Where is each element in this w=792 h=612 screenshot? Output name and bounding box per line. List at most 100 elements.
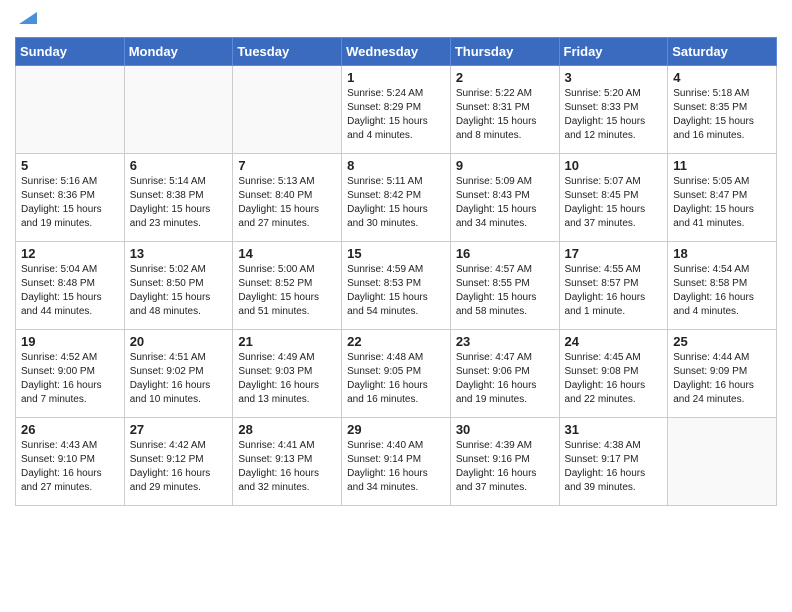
calendar-week-2: 5 Sunrise: 5:16 AM Sunset: 8:36 PM Daylig… bbox=[16, 154, 777, 242]
calendar-cell: 31Sunrise: 4:38 AM Sunset: 9:17 PM Dayli… bbox=[559, 418, 668, 506]
day-info: Sunrise: 5:13 AM Sunset: 8:40 PM Dayligh… bbox=[238, 175, 336, 231]
day-number: 15 bbox=[347, 246, 445, 261]
day-info: Sunrise: 4:59 AM Sunset: 8:53 PM Dayligh… bbox=[347, 263, 445, 319]
day-number: 28 bbox=[238, 422, 336, 437]
day-info: Sunrise: 4:55 AM Sunset: 8:57 PM Dayligh… bbox=[565, 263, 663, 319]
day-info: Sunrise: 4:51 AM Sunset: 9:02 PM Dayligh… bbox=[130, 351, 228, 407]
day-number: 23 bbox=[456, 334, 554, 349]
column-header-sunday: Sunday bbox=[16, 38, 125, 66]
day-number: 17 bbox=[565, 246, 663, 261]
day-info: Sunrise: 5:07 AM Sunset: 8:45 PM Dayligh… bbox=[565, 175, 663, 231]
calendar-cell: 8 Sunrise: 5:11 AM Sunset: 8:42 PM Daylig… bbox=[342, 154, 451, 242]
calendar-week-3: 12 Sunrise: 5:04 AM Sunset: 8:48 PM Dayli… bbox=[16, 242, 777, 330]
day-info: Sunrise: 4:43 AM Sunset: 9:10 PM Dayligh… bbox=[21, 439, 119, 495]
day-info: Sunrise: 5:16 AM Sunset: 8:36 PM Dayligh… bbox=[21, 175, 119, 231]
day-number: 29 bbox=[347, 422, 445, 437]
column-header-wednesday: Wednesday bbox=[342, 38, 451, 66]
calendar-cell: 29 Sunrise: 4:40 AM Sunset: 9:14 PM Dayli… bbox=[342, 418, 451, 506]
calendar-cell: 1 Sunrise: 5:24 AM Sunset: 8:29 PM Daylig… bbox=[342, 66, 451, 154]
calendar-cell: 27Sunrise: 4:42 AM Sunset: 9:12 PM Dayli… bbox=[124, 418, 233, 506]
calendar-cell: 4Sunrise: 5:18 AM Sunset: 8:35 PM Daylig… bbox=[668, 66, 777, 154]
day-info: Sunrise: 4:42 AM Sunset: 9:12 PM Dayligh… bbox=[130, 439, 228, 495]
day-number: 16 bbox=[456, 246, 554, 261]
calendar-week-1: 1 Sunrise: 5:24 AM Sunset: 8:29 PM Daylig… bbox=[16, 66, 777, 154]
calendar-cell: 24 Sunrise: 4:45 AM Sunset: 9:08 PM Dayli… bbox=[559, 330, 668, 418]
calendar-cell: 11Sunrise: 5:05 AM Sunset: 8:47 PM Dayli… bbox=[668, 154, 777, 242]
calendar-cell: 15 Sunrise: 4:59 AM Sunset: 8:53 PM Dayli… bbox=[342, 242, 451, 330]
calendar-cell: 30Sunrise: 4:39 AM Sunset: 9:16 PM Dayli… bbox=[450, 418, 559, 506]
calendar-cell: 28 Sunrise: 4:41 AM Sunset: 9:13 PM Dayli… bbox=[233, 418, 342, 506]
day-number: 26 bbox=[21, 422, 119, 437]
calendar-cell: 19 Sunrise: 4:52 AM Sunset: 9:00 PM Dayli… bbox=[16, 330, 125, 418]
calendar-cell: 20 Sunrise: 4:51 AM Sunset: 9:02 PM Dayli… bbox=[124, 330, 233, 418]
day-info: Sunrise: 5:02 AM Sunset: 8:50 PM Dayligh… bbox=[130, 263, 228, 319]
logo bbox=[15, 10, 37, 29]
day-info: Sunrise: 5:04 AM Sunset: 8:48 PM Dayligh… bbox=[21, 263, 119, 319]
calendar-cell: 14Sunrise: 5:00 AM Sunset: 8:52 PM Dayli… bbox=[233, 242, 342, 330]
day-info: Sunrise: 4:41 AM Sunset: 9:13 PM Dayligh… bbox=[238, 439, 336, 495]
calendar-week-4: 19 Sunrise: 4:52 AM Sunset: 9:00 PM Dayli… bbox=[16, 330, 777, 418]
calendar-cell: 10 Sunrise: 5:07 AM Sunset: 8:45 PM Dayli… bbox=[559, 154, 668, 242]
day-info: Sunrise: 5:00 AM Sunset: 8:52 PM Dayligh… bbox=[238, 263, 336, 319]
calendar-cell: 6Sunrise: 5:14 AM Sunset: 8:38 PM Daylig… bbox=[124, 154, 233, 242]
day-info: Sunrise: 4:52 AM Sunset: 9:00 PM Dayligh… bbox=[21, 351, 119, 407]
column-header-saturday: Saturday bbox=[668, 38, 777, 66]
day-number: 1 bbox=[347, 70, 445, 85]
column-header-thursday: Thursday bbox=[450, 38, 559, 66]
calendar-cell: 17 Sunrise: 4:55 AM Sunset: 8:57 PM Dayli… bbox=[559, 242, 668, 330]
calendar-cell: 18 Sunrise: 4:54 AM Sunset: 8:58 PM Dayli… bbox=[668, 242, 777, 330]
day-info: Sunrise: 4:49 AM Sunset: 9:03 PM Dayligh… bbox=[238, 351, 336, 407]
day-info: Sunrise: 5:20 AM Sunset: 8:33 PM Dayligh… bbox=[565, 87, 663, 143]
day-info: Sunrise: 5:14 AM Sunset: 8:38 PM Dayligh… bbox=[130, 175, 228, 231]
day-info: Sunrise: 4:45 AM Sunset: 9:08 PM Dayligh… bbox=[565, 351, 663, 407]
calendar-cell: 13 Sunrise: 5:02 AM Sunset: 8:50 PM Dayli… bbox=[124, 242, 233, 330]
column-header-friday: Friday bbox=[559, 38, 668, 66]
calendar-cell: 16 Sunrise: 4:57 AM Sunset: 8:55 PM Dayli… bbox=[450, 242, 559, 330]
day-number: 20 bbox=[130, 334, 228, 349]
day-info: Sunrise: 5:24 AM Sunset: 8:29 PM Dayligh… bbox=[347, 87, 445, 143]
calendar-cell bbox=[233, 66, 342, 154]
day-info: Sunrise: 4:40 AM Sunset: 9:14 PM Dayligh… bbox=[347, 439, 445, 495]
day-info: Sunrise: 4:48 AM Sunset: 9:05 PM Dayligh… bbox=[347, 351, 445, 407]
column-header-monday: Monday bbox=[124, 38, 233, 66]
calendar-cell: 26 Sunrise: 4:43 AM Sunset: 9:10 PM Dayli… bbox=[16, 418, 125, 506]
calendar-cell bbox=[16, 66, 125, 154]
logo-icon bbox=[19, 6, 37, 24]
calendar-cell: 2 Sunrise: 5:22 AM Sunset: 8:31 PM Daylig… bbox=[450, 66, 559, 154]
day-info: Sunrise: 4:57 AM Sunset: 8:55 PM Dayligh… bbox=[456, 263, 554, 319]
day-number: 10 bbox=[565, 158, 663, 173]
calendar-cell: 12 Sunrise: 5:04 AM Sunset: 8:48 PM Dayli… bbox=[16, 242, 125, 330]
day-number: 5 bbox=[21, 158, 119, 173]
day-number: 31 bbox=[565, 422, 663, 437]
calendar-cell: 21Sunrise: 4:49 AM Sunset: 9:03 PM Dayli… bbox=[233, 330, 342, 418]
calendar-cell: 7Sunrise: 5:13 AM Sunset: 8:40 PM Daylig… bbox=[233, 154, 342, 242]
day-info: Sunrise: 4:44 AM Sunset: 9:09 PM Dayligh… bbox=[673, 351, 771, 407]
calendar-cell: 3 Sunrise: 5:20 AM Sunset: 8:33 PM Daylig… bbox=[559, 66, 668, 154]
calendar-cell: 23 Sunrise: 4:47 AM Sunset: 9:06 PM Dayli… bbox=[450, 330, 559, 418]
day-number: 12 bbox=[21, 246, 119, 261]
day-number: 2 bbox=[456, 70, 554, 85]
calendar-cell: 5 Sunrise: 5:16 AM Sunset: 8:36 PM Daylig… bbox=[16, 154, 125, 242]
day-number: 19 bbox=[21, 334, 119, 349]
calendar-cell bbox=[668, 418, 777, 506]
day-info: Sunrise: 5:05 AM Sunset: 8:47 PM Dayligh… bbox=[673, 175, 771, 231]
day-number: 8 bbox=[347, 158, 445, 173]
day-info: Sunrise: 5:18 AM Sunset: 8:35 PM Dayligh… bbox=[673, 87, 771, 143]
day-info: Sunrise: 5:09 AM Sunset: 8:43 PM Dayligh… bbox=[456, 175, 554, 231]
calendar-header-row: SundayMondayTuesdayWednesdayThursdayFrid… bbox=[16, 38, 777, 66]
day-info: Sunrise: 4:54 AM Sunset: 8:58 PM Dayligh… bbox=[673, 263, 771, 319]
day-number: 25 bbox=[673, 334, 771, 349]
calendar-cell: 25 Sunrise: 4:44 AM Sunset: 9:09 PM Dayli… bbox=[668, 330, 777, 418]
day-number: 3 bbox=[565, 70, 663, 85]
day-number: 22 bbox=[347, 334, 445, 349]
day-number: 13 bbox=[130, 246, 228, 261]
day-number: 24 bbox=[565, 334, 663, 349]
day-number: 18 bbox=[673, 246, 771, 261]
page-header bbox=[15, 10, 777, 29]
day-info: Sunrise: 5:11 AM Sunset: 8:42 PM Dayligh… bbox=[347, 175, 445, 231]
calendar-table: SundayMondayTuesdayWednesdayThursdayFrid… bbox=[15, 37, 777, 506]
calendar-cell: 22 Sunrise: 4:48 AM Sunset: 9:05 PM Dayli… bbox=[342, 330, 451, 418]
day-info: Sunrise: 4:39 AM Sunset: 9:16 PM Dayligh… bbox=[456, 439, 554, 495]
day-info: Sunrise: 4:47 AM Sunset: 9:06 PM Dayligh… bbox=[456, 351, 554, 407]
day-info: Sunrise: 5:22 AM Sunset: 8:31 PM Dayligh… bbox=[456, 87, 554, 143]
